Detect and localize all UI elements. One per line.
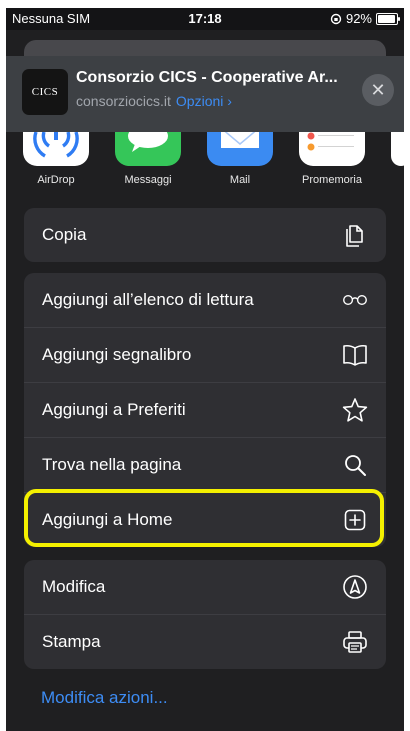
printer-icon (342, 629, 368, 655)
action-label: Stampa (42, 632, 101, 651)
share-header: CICS Consorzio CICS - Cooperative Ar... … (6, 56, 404, 132)
app-label: Messaggi (124, 174, 172, 186)
plus-square-icon (342, 507, 368, 533)
group-page-actions: Aggiungi all’elenco di lettura Aggiungi … (24, 273, 386, 547)
options-label: Opzioni (175, 93, 224, 109)
action-label: Modifica (42, 577, 106, 596)
edit-actions-link[interactable]: Modifica azioni... (41, 688, 168, 708)
reminders-icon (299, 132, 365, 166)
action-copy[interactable]: Copia (24, 208, 386, 262)
app-more-partial[interactable] (386, 132, 404, 166)
action-label: Aggiungi a Preferiti (42, 400, 186, 419)
app-label: Promemoria (302, 174, 362, 186)
close-icon: ✕ (370, 79, 386, 100)
options-link[interactable]: Opzioni › (176, 93, 232, 109)
messages-icon (115, 132, 181, 166)
action-label: Aggiungi all’elenco di lettura (42, 290, 254, 309)
app-mail[interactable]: Mail (200, 132, 280, 186)
status-right: 92% (330, 11, 400, 26)
book-icon (342, 342, 368, 368)
app-airdrop[interactable]: AirDrop (16, 132, 96, 186)
orientation-lock-icon (330, 13, 342, 24)
action-find-in-page[interactable]: Trova nella pagina (24, 437, 386, 492)
airdrop-icon (23, 132, 89, 166)
star-icon (342, 397, 368, 423)
status-bar: Nessuna SIM 17:18 92% (6, 8, 404, 30)
app-partial-icon (391, 132, 404, 166)
close-button[interactable]: ✕ (362, 74, 394, 106)
markup-pen-icon (342, 574, 368, 600)
action-markup[interactable]: Modifica (24, 560, 386, 614)
copy-icon (342, 222, 368, 248)
action-bookmark[interactable]: Aggiungi segnalibro (24, 327, 386, 382)
action-label: Trova nella pagina (42, 455, 182, 474)
mail-icon (207, 132, 273, 166)
site-subtitle: consorziocics.it Opzioni › (76, 93, 232, 109)
battery-percent: 92% (345, 11, 372, 26)
chevron-right-icon: › (227, 93, 232, 109)
action-reading-list[interactable]: Aggiungi all’elenco di lettura (24, 273, 386, 327)
site-domain: consorziocics.it (76, 93, 171, 109)
group-markup-print: Modifica Stampa (24, 560, 386, 669)
battery-fill (378, 14, 395, 23)
action-favorites[interactable]: Aggiungi a Preferiti (24, 382, 386, 437)
app-messages[interactable]: Messaggi (108, 132, 188, 186)
site-title: Consorzio CICS - Cooperative Ar... (76, 69, 338, 86)
app-reminders[interactable]: Promemoria (292, 132, 372, 186)
battery-icon (376, 12, 400, 25)
action-add-to-home[interactable]: Aggiungi a Home (24, 492, 386, 547)
share-sheet-screen: Nessuna SIM 17:18 92% CICS Consorzio CIC… (6, 8, 404, 731)
action-print[interactable]: Stampa (24, 614, 386, 669)
app-label: AirDrop (37, 174, 75, 186)
search-icon (342, 452, 368, 478)
site-logo: CICS (22, 69, 68, 115)
app-label: Mail (229, 174, 251, 186)
action-label: Aggiungi a Home (42, 510, 173, 529)
action-label: Aggiungi segnalibro (42, 345, 192, 364)
share-apps-row: AirDrop Messaggi Mail Promemoria (6, 132, 404, 194)
action-label: Copia (42, 225, 87, 244)
group-copy: Copia (24, 208, 386, 262)
glasses-icon (342, 287, 368, 313)
